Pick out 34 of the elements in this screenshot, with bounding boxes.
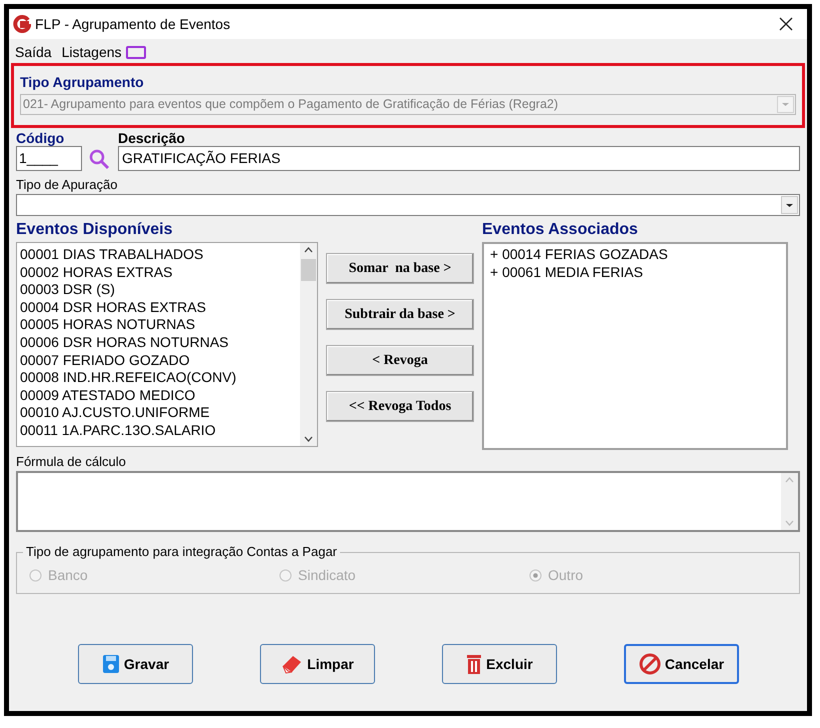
list-item[interactable]: 00003 DSR (S) <box>20 281 300 299</box>
window-title: FLP - Agrupamento de Eventos <box>35 14 230 34</box>
list-item[interactable]: 00004 DSR HORAS EXTRAS <box>20 298 300 316</box>
list-item[interactable]: 00010 AJ.CUSTO.UNIFORME <box>20 404 300 422</box>
code-field[interactable]: 1____ <box>16 146 82 171</box>
list-item[interactable]: 00005 HORAS NOTURNAS <box>20 316 300 334</box>
section-heading: Eventos Associados <box>482 220 639 240</box>
field-label: Código <box>16 130 66 146</box>
menu-item[interactable]: Saída <box>15 42 52 62</box>
list-item[interactable]: + 00061 MEDIA FERIAS <box>490 264 786 282</box>
list-item[interactable]: 00009 ATESTADO MEDICO <box>20 386 300 404</box>
clear-button[interactable]: Limpar <box>260 644 375 684</box>
action-button[interactable]: < Revoga <box>326 345 474 376</box>
list-item[interactable]: 00007 FERIADO GOZADO <box>20 352 300 370</box>
field-label: Descrição <box>118 130 186 146</box>
list-item[interactable]: 00006 DSR HORAS NOTURNAS <box>20 334 300 352</box>
group-title: Tipo de agrupamento para integração Contas a Pagar <box>23 544 340 560</box>
list-item[interactable]: 00001 DIAS TRABALHADOS <box>20 246 300 264</box>
field-label: Fórmula de cálculo <box>16 454 127 469</box>
action-button[interactable]: Subtrair da base > <box>326 299 474 330</box>
save-button[interactable]: Gravar <box>78 644 193 684</box>
list-item[interactable]: 00002 HORAS EXTRAS <box>20 264 300 282</box>
list-item[interactable]: + 00014 FERIAS GOZADAS <box>490 246 786 264</box>
field-label: Tipo Agrupamento <box>20 74 145 90</box>
action-button[interactable]: << Revoga Todos <box>326 391 474 422</box>
list-item[interactable]: 00011 1A.PARC.13O.SALARIO <box>20 422 300 440</box>
delete-button[interactable]: Excluir <box>442 644 557 684</box>
description-field[interactable]: GRATIFICAÇÃO FERIAS <box>118 146 800 171</box>
action-button[interactable]: Somar na base > <box>326 253 474 284</box>
section-heading: Eventos Disponíveis <box>16 220 174 240</box>
field-label: Tipo de Apuração <box>16 177 118 192</box>
list-item[interactable]: 00008 IND.HR.REFEICAO(CONV) <box>20 369 300 387</box>
cancel-button[interactable]: Cancelar <box>624 644 739 684</box>
menu-item[interactable]: Listagens <box>62 42 122 62</box>
